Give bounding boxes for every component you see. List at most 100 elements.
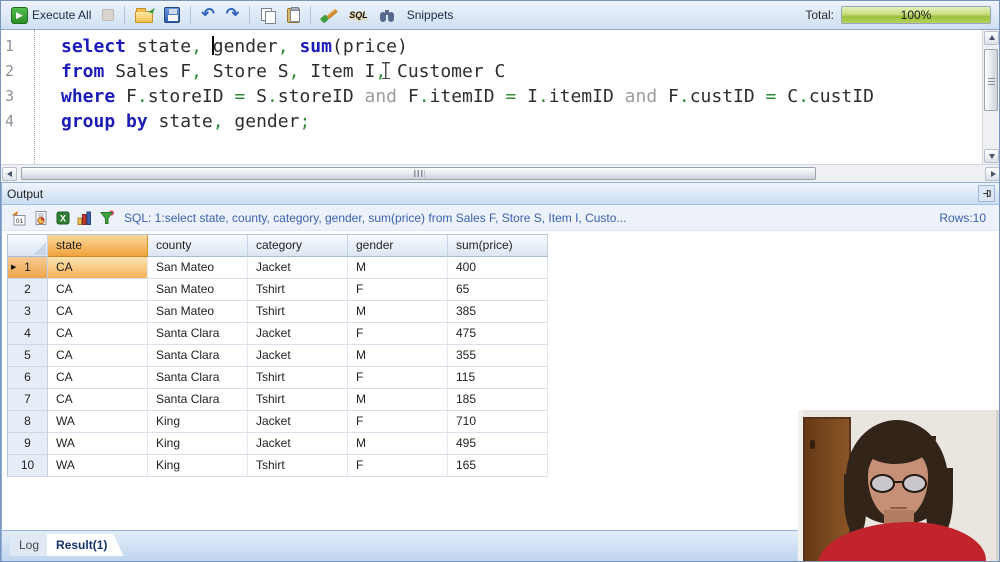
table-cell[interactable]: 400 (448, 257, 548, 279)
table-cell[interactable]: San Mateo (148, 279, 248, 301)
code-line[interactable]: select state, gender, sum(price) (61, 34, 984, 59)
table-cell[interactable]: 495 (448, 433, 548, 455)
table-cell[interactable]: King (148, 433, 248, 455)
code-line[interactable]: where F.storeID = S.storeID and F.itemID… (61, 84, 984, 109)
table-cell[interactable]: 475 (448, 323, 548, 345)
table-cell[interactable]: M (348, 389, 448, 411)
table-cell[interactable]: Jacket (248, 411, 348, 433)
table-cell[interactable]: Tshirt (248, 301, 348, 323)
table-cell[interactable]: CA (48, 279, 148, 301)
table-cell[interactable]: M (348, 301, 448, 323)
table-cell[interactable]: M (348, 345, 448, 367)
tab-result1[interactable]: Result(1) (47, 534, 123, 556)
code-lines[interactable]: select state, gender, sum(price) from Sal… (36, 30, 984, 164)
table-cell[interactable]: CA (48, 367, 148, 389)
table-cell[interactable]: CA (48, 257, 148, 279)
table-cell[interactable]: 355 (448, 345, 548, 367)
export-result-button[interactable]: 01 (10, 209, 27, 226)
code-segment: F (657, 86, 679, 107)
row-header[interactable]: 9 (8, 433, 48, 455)
table-cell[interactable]: WA (48, 433, 148, 455)
table-cell[interactable]: 385 (448, 301, 548, 323)
format-query-button[interactable] (317, 3, 342, 27)
table-cell[interactable]: San Mateo (148, 257, 248, 279)
column-header-category[interactable]: category (248, 235, 348, 257)
open-file-button[interactable] (131, 3, 157, 27)
table-cell[interactable]: 115 (448, 367, 548, 389)
table-cell[interactable]: WA (48, 411, 148, 433)
table-cell[interactable]: 65 (448, 279, 548, 301)
table-cell[interactable]: WA (48, 455, 148, 477)
code-line[interactable]: from Sales F, Store S, Item I, Customer … (61, 59, 984, 84)
report-button[interactable] (32, 209, 49, 226)
table-cell[interactable]: Tshirt (248, 455, 348, 477)
table-cell[interactable]: F (348, 279, 448, 301)
code-line[interactable]: group by state, gender; (61, 109, 984, 134)
table-cell[interactable]: Tshirt (248, 279, 348, 301)
row-header[interactable]: 7 (8, 389, 48, 411)
table-cell[interactable]: CA (48, 301, 148, 323)
row-header[interactable]: 10 (8, 455, 48, 477)
scroll-right-button[interactable] (985, 167, 999, 181)
row-header[interactable]: 4 (8, 323, 48, 345)
horizontal-scroll-thumb[interactable] (21, 167, 816, 180)
select-all-corner-cell[interactable] (8, 235, 48, 257)
paste-button[interactable] (283, 3, 304, 27)
column-header-gender[interactable]: gender (348, 235, 448, 257)
row-header[interactable]: 5 (8, 345, 48, 367)
filter-button[interactable] (98, 209, 115, 226)
pin-panel-button[interactable] (978, 185, 995, 202)
row-header[interactable]: ▶ 1 (8, 257, 48, 279)
table-cell[interactable]: F (348, 367, 448, 389)
editor-vertical-scrollbar[interactable] (982, 30, 999, 164)
table-cell[interactable]: San Mateo (148, 301, 248, 323)
row-header[interactable]: 3 (8, 301, 48, 323)
table-cell[interactable]: King (148, 411, 248, 433)
table-cell[interactable]: 710 (448, 411, 548, 433)
table-cell[interactable]: M (348, 257, 448, 279)
table-cell[interactable]: King (148, 455, 248, 477)
table-cell[interactable]: Santa Clara (148, 367, 248, 389)
table-cell[interactable]: Jacket (248, 433, 348, 455)
editor-horizontal-scrollbar[interactable] (1, 164, 999, 182)
table-cell[interactable]: Tshirt (248, 389, 348, 411)
scroll-down-button[interactable] (984, 149, 999, 163)
redo-button[interactable]: ↷ (222, 3, 243, 27)
output-panel-header[interactable]: Output (2, 183, 999, 205)
table-cell[interactable]: F (348, 455, 448, 477)
table-cell[interactable]: F (348, 411, 448, 433)
execute-all-button[interactable]: ▶ Execute All (7, 3, 95, 27)
table-cell[interactable]: 185 (448, 389, 548, 411)
table-cell[interactable]: Santa Clara (148, 323, 248, 345)
scroll-left-button[interactable] (2, 167, 17, 181)
snippets-button[interactable]: Snippets (403, 3, 458, 27)
table-cell[interactable]: Jacket (248, 257, 348, 279)
export-excel-button[interactable]: X (54, 209, 71, 226)
table-cell[interactable]: Jacket (248, 323, 348, 345)
table-cell[interactable]: Jacket (248, 345, 348, 367)
table-cell[interactable]: 165 (448, 455, 548, 477)
chart-button[interactable] (76, 209, 93, 226)
scroll-up-button[interactable] (984, 31, 999, 45)
column-header-state[interactable]: state (48, 235, 148, 257)
sql-editor[interactable]: 1234 select state, gender, sum(price) fro… (1, 30, 984, 164)
row-header[interactable]: 2 (8, 279, 48, 301)
column-header-sumprice[interactable]: sum(price) (448, 235, 548, 257)
table-cell[interactable]: F (348, 323, 448, 345)
find-button[interactable] (375, 3, 400, 27)
table-cell[interactable]: CA (48, 323, 148, 345)
sql-formatter-button[interactable]: SQL (345, 3, 372, 27)
column-header-county[interactable]: county (148, 235, 248, 257)
table-cell[interactable]: M (348, 433, 448, 455)
table-cell[interactable]: Santa Clara (148, 389, 248, 411)
table-cell[interactable]: Tshirt (248, 367, 348, 389)
save-button[interactable] (160, 3, 184, 27)
table-cell[interactable]: Santa Clara (148, 345, 248, 367)
vertical-scroll-thumb[interactable] (984, 49, 998, 111)
row-header[interactable]: 8 (8, 411, 48, 433)
copy-button[interactable] (256, 3, 280, 27)
table-cell[interactable]: CA (48, 345, 148, 367)
row-header[interactable]: 6 (8, 367, 48, 389)
table-cell[interactable]: CA (48, 389, 148, 411)
undo-button[interactable]: ↶ (197, 3, 218, 27)
